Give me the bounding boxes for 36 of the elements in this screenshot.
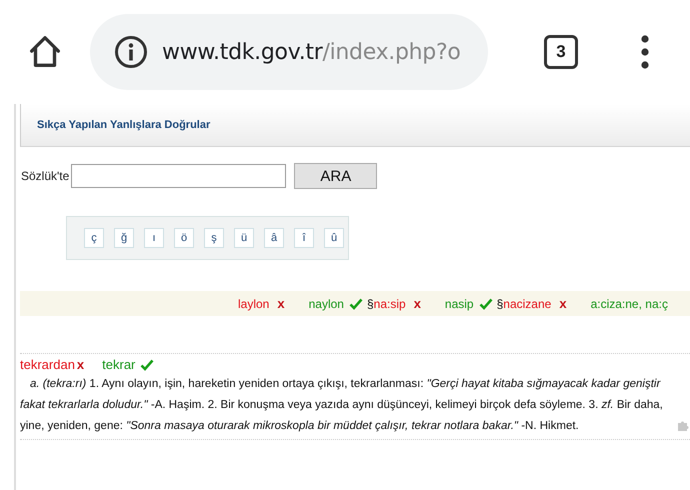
wrong-word: nacizane xyxy=(503,296,552,310)
letter-key[interactable]: ı xyxy=(144,228,164,248)
cross-mark: x xyxy=(76,357,84,372)
letter-key[interactable]: ş xyxy=(204,228,224,248)
letter-key[interactable]: û xyxy=(324,228,344,248)
correct-word: a:ciza:ne, na:ç xyxy=(590,296,668,310)
address-bar[interactable]: www.tdk.gov.tr/index.php?o xyxy=(90,14,488,90)
correct-word: naylon xyxy=(308,296,344,310)
section-title: Sıkça Yapılan Yanlışlara Doğrular xyxy=(37,119,210,131)
section-mark: § xyxy=(366,296,374,310)
letter-key[interactable]: ğ xyxy=(114,228,134,248)
letter-key[interactable]: â xyxy=(264,228,284,248)
tab-count-button[interactable]: 3 xyxy=(544,35,578,69)
section-mark: § xyxy=(496,296,504,310)
cross-mark: x xyxy=(277,296,285,311)
search-button[interactable]: ARA xyxy=(294,163,378,189)
correct-word: tekrar xyxy=(102,357,136,372)
correct-word: nasip xyxy=(444,296,474,310)
url-text: www.tdk.gov.tr/index.php?o xyxy=(162,40,460,64)
wrong-word: na:sip xyxy=(374,296,406,310)
check-icon xyxy=(140,358,154,370)
search-label: Sözlük'te xyxy=(21,169,70,183)
check-icon xyxy=(348,298,363,310)
cross-mark: x xyxy=(559,296,567,311)
info-icon[interactable] xyxy=(114,35,148,69)
letter-key[interactable]: ç xyxy=(84,228,104,248)
wrong-word: tekrardan xyxy=(20,357,75,372)
letter-key[interactable]: î xyxy=(294,228,314,248)
check-icon xyxy=(478,298,493,310)
definition-text: a. (tekra:rı) 1. Aynı olayın, işin, hareketin yeniden ortaya çıkışı, tekrarlanması: "Gerçi hayat kitaba sığmayacak kadar geniştir fakat tekrarlarla doludur." -A. Haşim. 2. Bir konuşma veya yazıda aynı düşünceyi, kelimeyi birçok defa söyleme. 3. zf. Bir daha, yine, yeniden, gene: "Sonra masaya oturarak mikroskopla bir müddet çalışır, tekrar notlara bakar." -N. Hikmet. xyxy=(20,377,664,434)
puzzle-icon xyxy=(677,420,689,432)
letter-key[interactable]: ö xyxy=(174,228,194,248)
letter-key[interactable]: ü xyxy=(234,228,254,248)
cross-mark: x xyxy=(414,296,421,311)
wrong-word: laylon xyxy=(238,296,270,310)
search-field[interactable] xyxy=(71,164,286,188)
